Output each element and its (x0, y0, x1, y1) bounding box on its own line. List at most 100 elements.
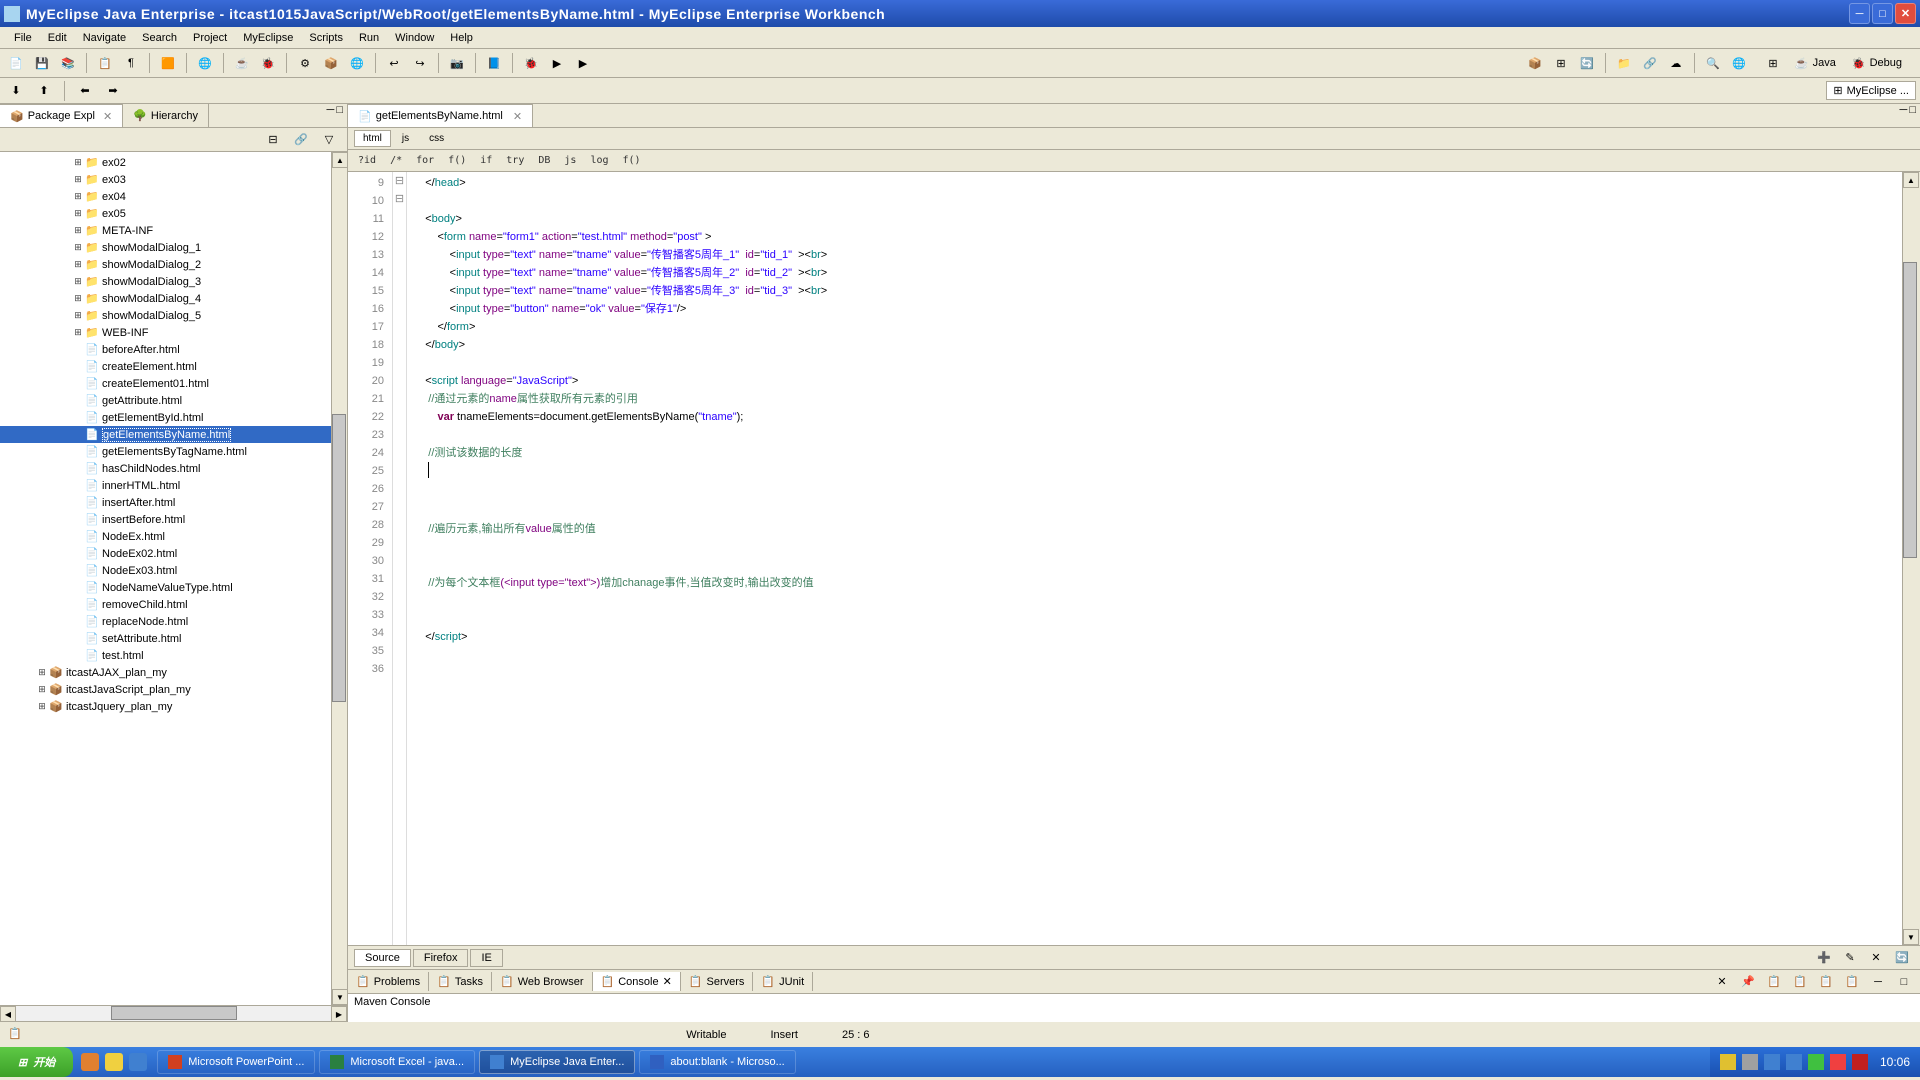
menu-scripts[interactable]: Scripts (301, 30, 351, 46)
snippet-button[interactable]: js (560, 154, 580, 167)
tree-item[interactable]: 📄NodeNameValueType.html (0, 579, 331, 596)
tree-item[interactable]: 📄insertBefore.html (0, 511, 331, 528)
save-button[interactable]: 💾 (30, 51, 54, 75)
tree-item[interactable]: ⊞📦itcastJavaScript_plan_my (0, 681, 331, 698)
menu-myeclipse[interactable]: MyEclipse (235, 30, 301, 46)
tb-icon[interactable]: 📁 (1612, 51, 1636, 75)
tb-icon[interactable]: ⊞ (1549, 51, 1573, 75)
start-button[interactable]: ⊞ 开始 (0, 1047, 73, 1077)
tree-item[interactable]: ⊞📦itcastAJAX_plan_my (0, 664, 331, 681)
min-icon[interactable]: ─ (1866, 970, 1890, 994)
tree-item[interactable]: ⊞📁ex02 (0, 154, 331, 171)
add-icon[interactable]: ➕ (1812, 946, 1836, 970)
tb-icon[interactable]: 📋 (1814, 970, 1838, 994)
tb-icon[interactable]: ☁ (1664, 51, 1688, 75)
tree-item[interactable]: ⊞📁ex05 (0, 205, 331, 222)
forward-button[interactable]: ➡ (101, 79, 125, 103)
menu-file[interactable]: File (6, 30, 40, 46)
vertical-scrollbar[interactable]: ▲ ▼ (331, 152, 347, 1005)
tb-icon[interactable]: 🐞 (256, 51, 280, 75)
minimize-button[interactable]: ─ (1849, 3, 1870, 24)
tree-item[interactable]: ⊞📦itcastJquery_plan_my (0, 698, 331, 715)
max-icon[interactable]: □ (1892, 970, 1916, 994)
tree-item[interactable]: 📄test.html (0, 647, 331, 664)
delete-icon[interactable]: ✕ (1864, 946, 1888, 970)
menu-edit[interactable]: Edit (40, 30, 75, 46)
tray-icon[interactable] (1808, 1054, 1824, 1070)
close-icon[interactable]: ✕ (663, 975, 672, 988)
new-button[interactable]: 📄 (4, 51, 28, 75)
tb-icon[interactable]: 📋 (1788, 970, 1812, 994)
editor-view-tab[interactable]: Firefox (413, 949, 469, 967)
tray-icon[interactable] (1720, 1054, 1736, 1070)
tb-icon[interactable]: 🔗 (1638, 51, 1662, 75)
tree-item[interactable]: ⊞📁WEB-INF (0, 324, 331, 341)
tray-icon[interactable] (1764, 1054, 1780, 1070)
snippet-button[interactable]: ?id (354, 154, 380, 167)
tree-item[interactable]: 📄NodeEx02.html (0, 545, 331, 562)
panel-tab-problems[interactable]: 📋 Problems (348, 972, 429, 991)
tb-icon[interactable]: 🔄 (1575, 51, 1599, 75)
close-icon[interactable]: ✕ (513, 110, 522, 123)
tree-item[interactable]: 📄hasChildNodes.html (0, 460, 331, 477)
maximize-icon[interactable]: □ (336, 104, 343, 127)
tree-item[interactable]: ⊞📁ex03 (0, 171, 331, 188)
tree-item[interactable]: 📄replaceNode.html (0, 613, 331, 630)
clock[interactable]: 10:06 (1874, 1055, 1910, 1069)
tree-item[interactable]: ⊞📁showModalDialog_1 (0, 239, 331, 256)
tree-item[interactable]: 📄NodeEx03.html (0, 562, 331, 579)
tree-item[interactable]: 📄NodeEx.html (0, 528, 331, 545)
debug-button[interactable]: 🐞 (519, 51, 543, 75)
tree-item[interactable]: 📄insertAfter.html (0, 494, 331, 511)
tray-icon[interactable] (1742, 1054, 1758, 1070)
tb-icon[interactable]: ⚙ (293, 51, 317, 75)
tray-icon[interactable] (1852, 1054, 1868, 1070)
hierarchy-tab[interactable]: 🌳 Hierarchy (123, 104, 209, 127)
pin-icon[interactable]: 📌 (1736, 970, 1760, 994)
panel-tab-tasks[interactable]: 📋 Tasks (429, 972, 492, 991)
panel-tab-servers[interactable]: 📋 Servers (681, 972, 754, 991)
tree-item[interactable]: 📄setAttribute.html (0, 630, 331, 647)
refresh-icon[interactable]: 🔄 (1890, 946, 1914, 970)
lang-tab-js[interactable]: js (393, 130, 418, 147)
tb-icon[interactable]: ⬆ (32, 79, 56, 103)
menu-project[interactable]: Project (185, 30, 235, 46)
tb-icon[interactable]: 🌐 (345, 51, 369, 75)
snippet-button[interactable]: /* (386, 154, 406, 167)
maximize-button[interactable]: □ (1872, 3, 1893, 24)
panel-tab-junit[interactable]: 📋 JUnit (753, 972, 813, 991)
perspective-myeclipse[interactable]: ⊞ MyEclipse ... (1826, 81, 1916, 100)
tree-item[interactable]: 📄createElement.html (0, 358, 331, 375)
taskbar-item[interactable]: about:blank - Microso... (639, 1050, 795, 1074)
back-button[interactable]: ⬅ (73, 79, 97, 103)
horizontal-scrollbar[interactable]: ◀ ▶ (0, 1005, 347, 1021)
snippet-button[interactable]: DB (534, 154, 554, 167)
editor-tab[interactable]: 📄 getElementsByName.html ✕ (348, 104, 533, 127)
perspective-debug[interactable]: 🐞 Debug (1846, 55, 1908, 72)
tb-icon[interactable]: 🔍 (1701, 51, 1725, 75)
tb-icon[interactable]: 🟧 (156, 51, 180, 75)
tree-item[interactable]: ⊞📁showModalDialog_4 (0, 290, 331, 307)
close-icon[interactable]: ✕ (103, 110, 112, 123)
package-tree[interactable]: ⊞📁ex02⊞📁ex03⊞📁ex04⊞📁ex05⊞📁META-INF⊞📁show… (0, 152, 331, 1005)
menu-help[interactable]: Help (442, 30, 481, 46)
save-all-button[interactable]: 📚 (56, 51, 80, 75)
tb-icon[interactable]: 📦 (1523, 51, 1547, 75)
menu-search[interactable]: Search (134, 30, 185, 46)
run-button[interactable]: ▶ (545, 51, 569, 75)
quicklaunch-icon[interactable] (81, 1053, 99, 1071)
snippet-button[interactable]: f() (444, 154, 470, 167)
code-editor[interactable]: 9101112131415161718192021222324252627282… (348, 172, 1920, 945)
snippet-button[interactable]: log (586, 154, 612, 167)
close-button[interactable]: ✕ (1895, 3, 1916, 24)
perspective-switcher-icon[interactable]: ⊞ (1761, 51, 1785, 75)
tree-item[interactable]: 📄getElementsByTagName.html (0, 443, 331, 460)
tree-item[interactable]: 📄removeChild.html (0, 596, 331, 613)
tree-item[interactable]: ⊞📁showModalDialog_2 (0, 256, 331, 273)
tree-item[interactable]: 📄beforeAfter.html (0, 341, 331, 358)
filter-icon[interactable]: ▽ (317, 128, 341, 152)
editor-view-tab[interactable]: Source (354, 949, 411, 967)
tree-item[interactable]: ⊞📁showModalDialog_5 (0, 307, 331, 324)
panel-tab-web-browser[interactable]: 📋 Web Browser (492, 972, 593, 991)
tb-icon[interactable]: ⬇ (4, 79, 28, 103)
